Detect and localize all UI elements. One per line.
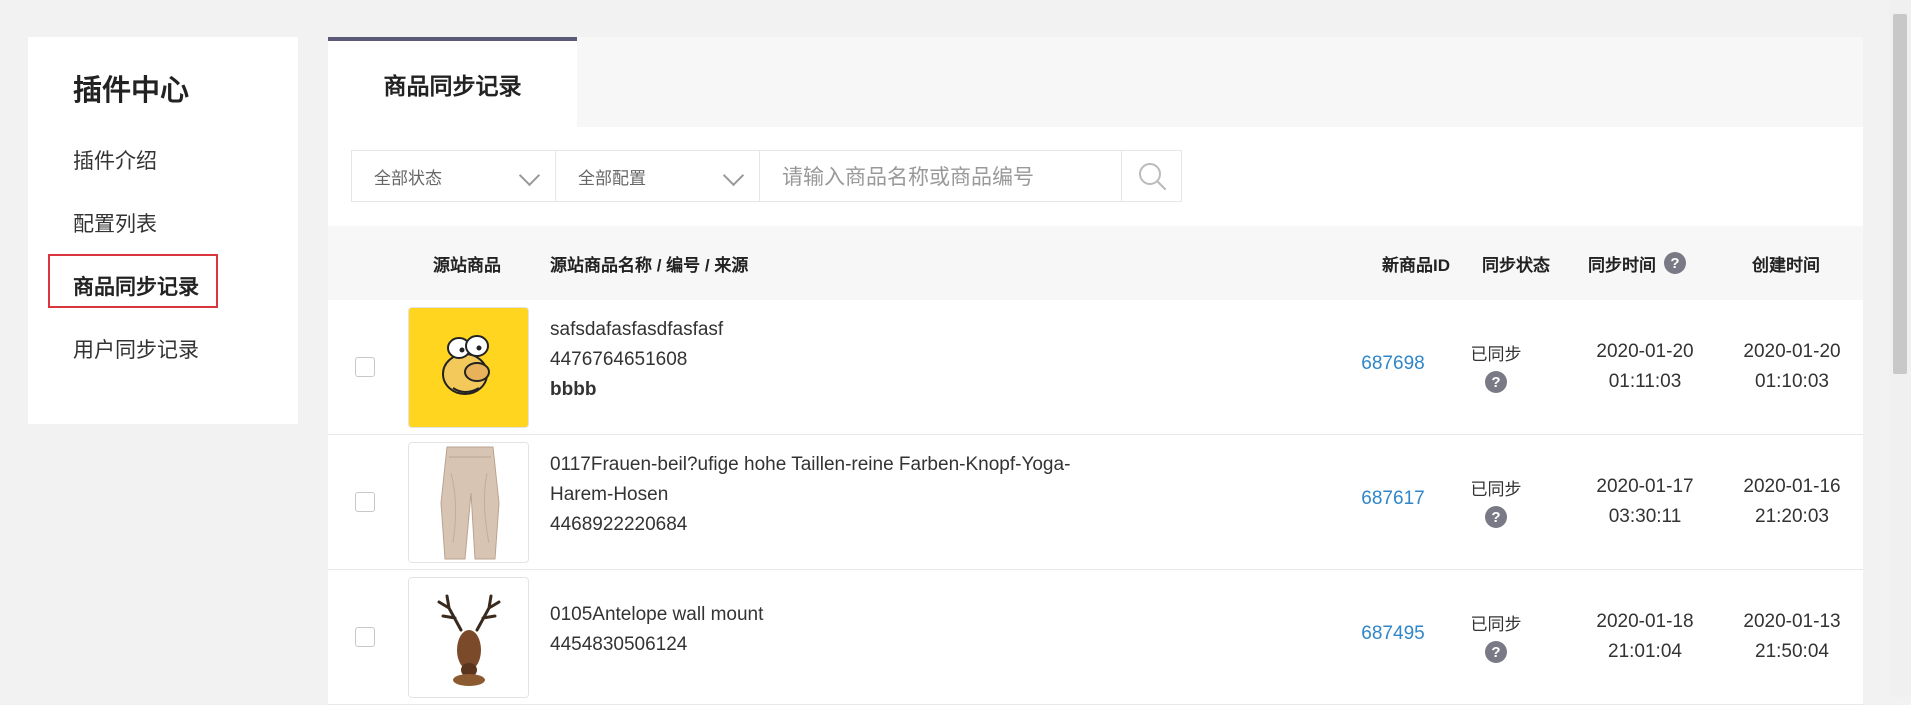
sync-status: 已同步 ? (1446, 610, 1546, 663)
created-time: 2020-01-16 21:20:03 (1727, 472, 1857, 532)
created-clock: 21:50:04 (1755, 641, 1829, 662)
cartoon-face-icon (409, 308, 528, 427)
product-code: 4454830506124 (550, 634, 688, 655)
pants-icon (409, 443, 528, 562)
col-name-code-source: 源站商品名称 / 编号 / 来源 (550, 255, 749, 275)
search-icon (1138, 163, 1166, 191)
product-info: safsdafasfasdfasfasf 4476764651608 bbbb (550, 315, 1110, 405)
tab-product-sync-log[interactable]: 商品同步记录 (328, 37, 577, 127)
created-date: 2020-01-13 (1743, 611, 1841, 632)
col-new-id: 新商品ID (1382, 255, 1450, 275)
sync-time: 2020-01-17 03:30:11 (1580, 472, 1710, 532)
sync-clock: 21:01:04 (1608, 641, 1682, 662)
created-clock: 21:20:03 (1755, 506, 1829, 527)
col-created-time: 创建时间 (1752, 255, 1820, 275)
page-scrollbar[interactable] (1889, 0, 1911, 697)
sidebar-item-user-sync-log[interactable]: 用户同步记录 (73, 334, 199, 364)
row-checkbox[interactable] (355, 492, 375, 512)
product-source: bbbb (550, 379, 597, 400)
new-product-id-link[interactable]: 687698 (1348, 353, 1438, 375)
created-time: 2020-01-20 01:10:03 (1727, 337, 1857, 397)
product-thumbnail[interactable] (408, 442, 529, 563)
help-icon[interactable]: ? (1485, 506, 1507, 528)
sync-date: 2020-01-18 (1596, 611, 1694, 632)
tab-bar: 商品同步记录 (328, 37, 1863, 127)
help-icon[interactable]: ? (1485, 641, 1507, 663)
config-select[interactable]: 全部配置 (555, 150, 760, 202)
product-name-line1: 0117Frauen-beil?ufige hohe Taillen-reine… (550, 454, 1071, 475)
sync-status: 已同步 ? (1446, 475, 1546, 528)
new-product-id-link[interactable]: 687495 (1348, 623, 1438, 645)
scrollbar-thumb[interactable] (1893, 14, 1907, 374)
search-placeholder: 请输入商品名称或商品编号 (782, 166, 1034, 189)
sidebar-title: 插件中心 (73, 75, 190, 107)
col-sync-time-label: 同步时间 (1588, 255, 1656, 275)
sync-date: 2020-01-20 (1596, 341, 1694, 362)
col-sync-time: 同步时间 ? (1588, 226, 1686, 300)
antelope-head-icon (409, 578, 528, 697)
main-panel: 商品同步记录 全部状态 全部配置 请输入商品名称或商品编号 源站商品 源站商品名… (328, 37, 1863, 705)
table-header: 源站商品 源站商品名称 / 编号 / 来源 新商品ID 同步状态 同步时间 ? … (328, 226, 1863, 300)
chevron-down-icon (518, 164, 541, 187)
table-row: safsdafasfasdfasfasf 4476764651608 bbbb … (328, 300, 1863, 435)
product-info: 0105Antelope wall mount 4454830506124 (550, 600, 1110, 660)
product-code: 4468922220684 (550, 514, 688, 535)
sync-clock: 03:30:11 (1608, 506, 1682, 527)
new-product-id-link[interactable]: 687617 (1348, 488, 1438, 510)
help-icon[interactable]: ? (1664, 252, 1686, 274)
status-select-value: 全部状态 (374, 168, 442, 188)
status-select[interactable]: 全部状态 (351, 150, 556, 202)
sidebar: 插件中心 插件介绍 配置列表 商品同步记录 用户同步记录 (28, 37, 298, 424)
search-button[interactable] (1121, 150, 1182, 202)
sync-time: 2020-01-20 01:11:03 (1580, 337, 1710, 397)
sidebar-item-config-list[interactable]: 配置列表 (73, 208, 157, 238)
sync-status-text: 已同步 (1470, 480, 1522, 499)
sync-status-text: 已同步 (1470, 615, 1522, 634)
table-row: 0117Frauen-beil?ufige hohe Taillen-reine… (328, 435, 1863, 570)
product-name-line2: Harem-Hosen (550, 484, 669, 505)
created-clock: 01:10:03 (1755, 371, 1829, 392)
config-select-value: 全部配置 (578, 168, 646, 188)
created-date: 2020-01-16 (1743, 476, 1841, 497)
sync-time: 2020-01-18 21:01:04 (1580, 607, 1710, 667)
table-row: 0105Antelope wall mount 4454830506124 68… (328, 570, 1863, 705)
col-sync-status: 同步状态 (1482, 255, 1550, 275)
row-checkbox[interactable] (355, 357, 375, 377)
sidebar-item-plugin-intro[interactable]: 插件介绍 (73, 145, 157, 175)
search-input[interactable]: 请输入商品名称或商品编号 (759, 150, 1122, 202)
created-time: 2020-01-13 21:50:04 (1727, 607, 1857, 667)
product-thumbnail[interactable] (408, 307, 529, 428)
product-thumbnail[interactable] (408, 577, 529, 698)
col-source-product: 源站商品 (433, 255, 501, 275)
sync-status-text: 已同步 (1470, 345, 1522, 364)
help-icon[interactable]: ? (1485, 371, 1507, 393)
product-name: 0105Antelope wall mount (550, 604, 764, 625)
row-checkbox[interactable] (355, 627, 375, 647)
created-date: 2020-01-20 (1743, 341, 1841, 362)
sync-status: 已同步 ? (1446, 340, 1546, 393)
product-info: 0117Frauen-beil?ufige hohe Taillen-reine… (550, 450, 1110, 540)
sidebar-item-product-sync-log[interactable]: 商品同步记录 (73, 271, 199, 301)
product-name: safsdafasfasdfasfasf (550, 319, 724, 340)
chevron-down-icon (722, 164, 745, 187)
sync-clock: 01:11:03 (1608, 371, 1682, 392)
sync-date: 2020-01-17 (1596, 476, 1694, 497)
product-code: 4476764651608 (550, 349, 688, 370)
